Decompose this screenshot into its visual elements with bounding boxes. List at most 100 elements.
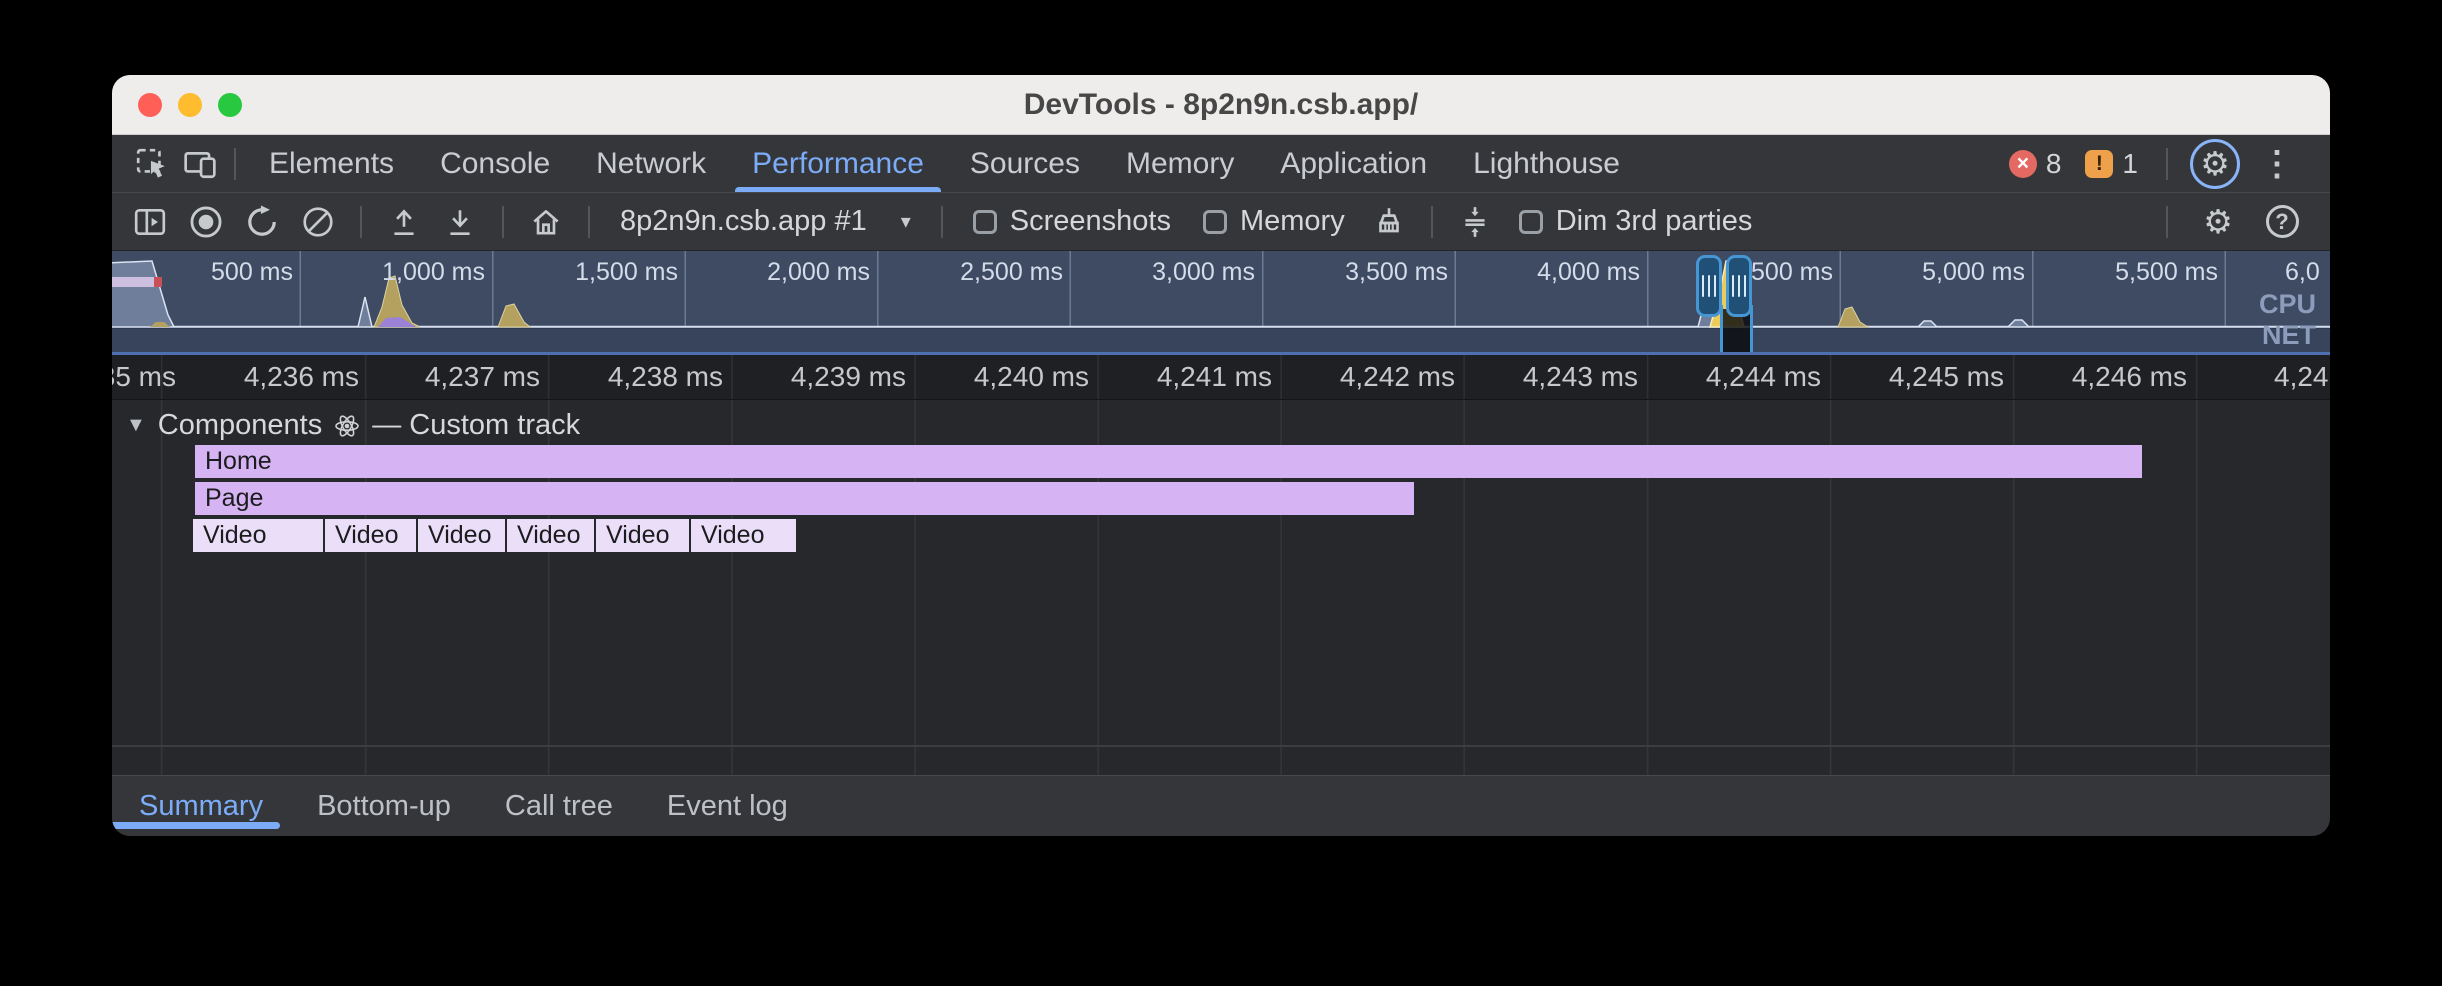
screenshots-checkbox[interactable]: Screenshots bbox=[961, 205, 1183, 238]
inspect-element-icon[interactable] bbox=[128, 140, 176, 188]
minimize-window-button[interactable] bbox=[178, 93, 202, 117]
ruler-label: 4,239 ms bbox=[791, 361, 906, 393]
overview-time-label: 4,000 ms bbox=[1537, 258, 1640, 287]
track-header[interactable]: ▼ Components — Custom track bbox=[126, 409, 580, 442]
window-title: DevTools - 8p2n9n.csb.app/ bbox=[1024, 88, 1419, 122]
target-selector-dropdown[interactable]: 8p2n9n.csb.app #1 ▾ bbox=[608, 205, 923, 238]
capture-settings-gear-icon[interactable]: ⚙ bbox=[2194, 199, 2242, 245]
ruler-label: 35 ms bbox=[112, 361, 176, 393]
desktop-background: DevTools - 8p2n9n.csb.app/ Elements Cons… bbox=[0, 0, 2442, 986]
overview-time-label: 1,500 ms bbox=[575, 258, 678, 287]
overview-time-label: 500 ms bbox=[211, 258, 293, 287]
divider bbox=[112, 745, 2330, 747]
overview-time-label: 3,000 ms bbox=[1152, 258, 1255, 287]
tab-sources[interactable]: Sources bbox=[947, 135, 1103, 192]
toggle-sidebar-icon[interactable] bbox=[126, 199, 174, 245]
divider bbox=[360, 206, 362, 238]
download-profile-icon[interactable] bbox=[436, 199, 484, 245]
divider bbox=[941, 206, 943, 238]
tab-lighthouse[interactable]: Lighthouse bbox=[1450, 135, 1643, 192]
flame-bar-video[interactable]: Video bbox=[507, 519, 594, 552]
divider bbox=[588, 206, 590, 238]
active-tab-underline bbox=[112, 822, 280, 829]
chevron-down-icon: ▾ bbox=[901, 209, 911, 234]
flame-bar-video[interactable]: Video bbox=[325, 519, 416, 552]
ruler-label: 4,242 ms bbox=[1340, 361, 1455, 393]
target-label: 8p2n9n.csb.app #1 bbox=[620, 205, 867, 238]
ruler-label: 4,243 ms bbox=[1523, 361, 1638, 393]
memory-checkbox[interactable]: Memory bbox=[1191, 205, 1357, 238]
devtools-tabbar: Elements Console Network Performance Sou… bbox=[112, 135, 2330, 193]
overview-time-label: 1,000 ms bbox=[382, 258, 485, 287]
net-lane-label: NET bbox=[2262, 320, 2316, 351]
ruler-label: 4,238 ms bbox=[608, 361, 723, 393]
flame-bar-video[interactable]: Video bbox=[193, 519, 323, 552]
tab-console[interactable]: Console bbox=[417, 135, 573, 192]
home-icon[interactable] bbox=[522, 199, 570, 245]
collapse-sections-icon[interactable] bbox=[1451, 199, 1499, 245]
flame-bar-home[interactable]: Home bbox=[195, 445, 2142, 478]
cpu-lane-label: CPU bbox=[2259, 289, 2316, 320]
components-custom-track: ▼ Components — Custom track Home Page Vi… bbox=[112, 400, 2330, 775]
ruler-label: 4,245 ms bbox=[1889, 361, 2004, 393]
performance-toolbar: 8p2n9n.csb.app #1 ▾ Screenshots Memory bbox=[112, 193, 2330, 251]
dim-3rd-parties-label: Dim 3rd parties bbox=[1556, 205, 1753, 238]
selection-left-handle[interactable] bbox=[1696, 255, 1722, 317]
tab-performance[interactable]: Performance bbox=[729, 135, 947, 192]
collapse-track-icon[interactable]: ▼ bbox=[126, 414, 146, 437]
overview-time-label: 5,500 ms bbox=[2115, 258, 2218, 287]
ruler-label: 4,24 bbox=[2274, 361, 2329, 393]
warning-icon: ! bbox=[2085, 150, 2113, 178]
tab-summary[interactable]: Summary bbox=[112, 790, 290, 823]
zoom-window-button[interactable] bbox=[218, 93, 242, 117]
overview-time-label: 3,500 ms bbox=[1345, 258, 1448, 287]
divider bbox=[2166, 148, 2168, 180]
tab-memory[interactable]: Memory bbox=[1103, 135, 1257, 192]
tab-elements[interactable]: Elements bbox=[246, 135, 417, 192]
memory-label: Memory bbox=[1240, 205, 1345, 238]
clear-recording-icon[interactable] bbox=[294, 199, 342, 245]
more-options-menu-icon[interactable]: ⋮ bbox=[2252, 144, 2302, 184]
titlebar: DevTools - 8p2n9n.csb.app/ bbox=[112, 75, 2330, 135]
dim-3rd-parties-checkbox[interactable]: Dim 3rd parties bbox=[1507, 205, 1765, 238]
checkbox-icon bbox=[973, 210, 997, 234]
tab-event-log[interactable]: Event log bbox=[640, 790, 815, 823]
detail-time-ruler[interactable]: 35 ms 4,236 ms 4,237 ms 4,238 ms 4,239 m… bbox=[112, 355, 2330, 400]
timeline-overview[interactable]: 500 ms 1,000 ms 1,500 ms 2,000 ms 2,500 … bbox=[112, 251, 2330, 355]
collect-garbage-icon[interactable] bbox=[1365, 199, 1413, 245]
help-icon[interactable]: ? bbox=[2258, 199, 2306, 245]
selection-right-handle[interactable] bbox=[1726, 255, 1752, 317]
close-window-button[interactable] bbox=[138, 93, 162, 117]
divider bbox=[502, 206, 504, 238]
flame-bar-video[interactable]: Video bbox=[596, 519, 689, 552]
ruler-label: 4,244 ms bbox=[1706, 361, 1821, 393]
settings-gear-button[interactable]: ⚙ bbox=[2190, 139, 2240, 189]
flame-bar-video[interactable]: Video bbox=[691, 519, 796, 552]
divider bbox=[234, 148, 236, 180]
divider bbox=[1431, 206, 1433, 238]
ruler-label: 4,246 ms bbox=[2072, 361, 2187, 393]
device-toolbar-icon[interactable] bbox=[176, 140, 224, 188]
gear-icon: ⚙ bbox=[2200, 147, 2230, 180]
reload-and-record-icon[interactable] bbox=[238, 199, 286, 245]
devtools-window: DevTools - 8p2n9n.csb.app/ Elements Cons… bbox=[112, 75, 2330, 836]
warning-badge[interactable]: ! 1 bbox=[2079, 148, 2144, 180]
error-count: 8 bbox=[2046, 148, 2062, 180]
error-icon: × bbox=[2009, 150, 2037, 178]
overview-time-label: 2,000 ms bbox=[767, 258, 870, 287]
tab-network[interactable]: Network bbox=[573, 135, 729, 192]
ruler-label: 4,240 ms bbox=[974, 361, 1089, 393]
ruler-label: 4,241 ms bbox=[1157, 361, 1272, 393]
tab-bottom-up[interactable]: Bottom-up bbox=[290, 790, 478, 823]
ruler-label: 4,237 ms bbox=[425, 361, 540, 393]
record-button[interactable] bbox=[182, 199, 230, 245]
flame-bar-video[interactable]: Video bbox=[418, 519, 505, 552]
upload-profile-icon[interactable] bbox=[380, 199, 428, 245]
screenshots-label: Screenshots bbox=[1010, 205, 1171, 238]
track-subtitle: — Custom track bbox=[372, 409, 580, 442]
flame-bar-page[interactable]: Page bbox=[195, 482, 1414, 515]
tab-call-tree[interactable]: Call tree bbox=[478, 790, 640, 823]
track-title: Components bbox=[158, 409, 322, 442]
tab-application[interactable]: Application bbox=[1257, 135, 1450, 192]
error-badge[interactable]: × 8 bbox=[2003, 148, 2068, 180]
